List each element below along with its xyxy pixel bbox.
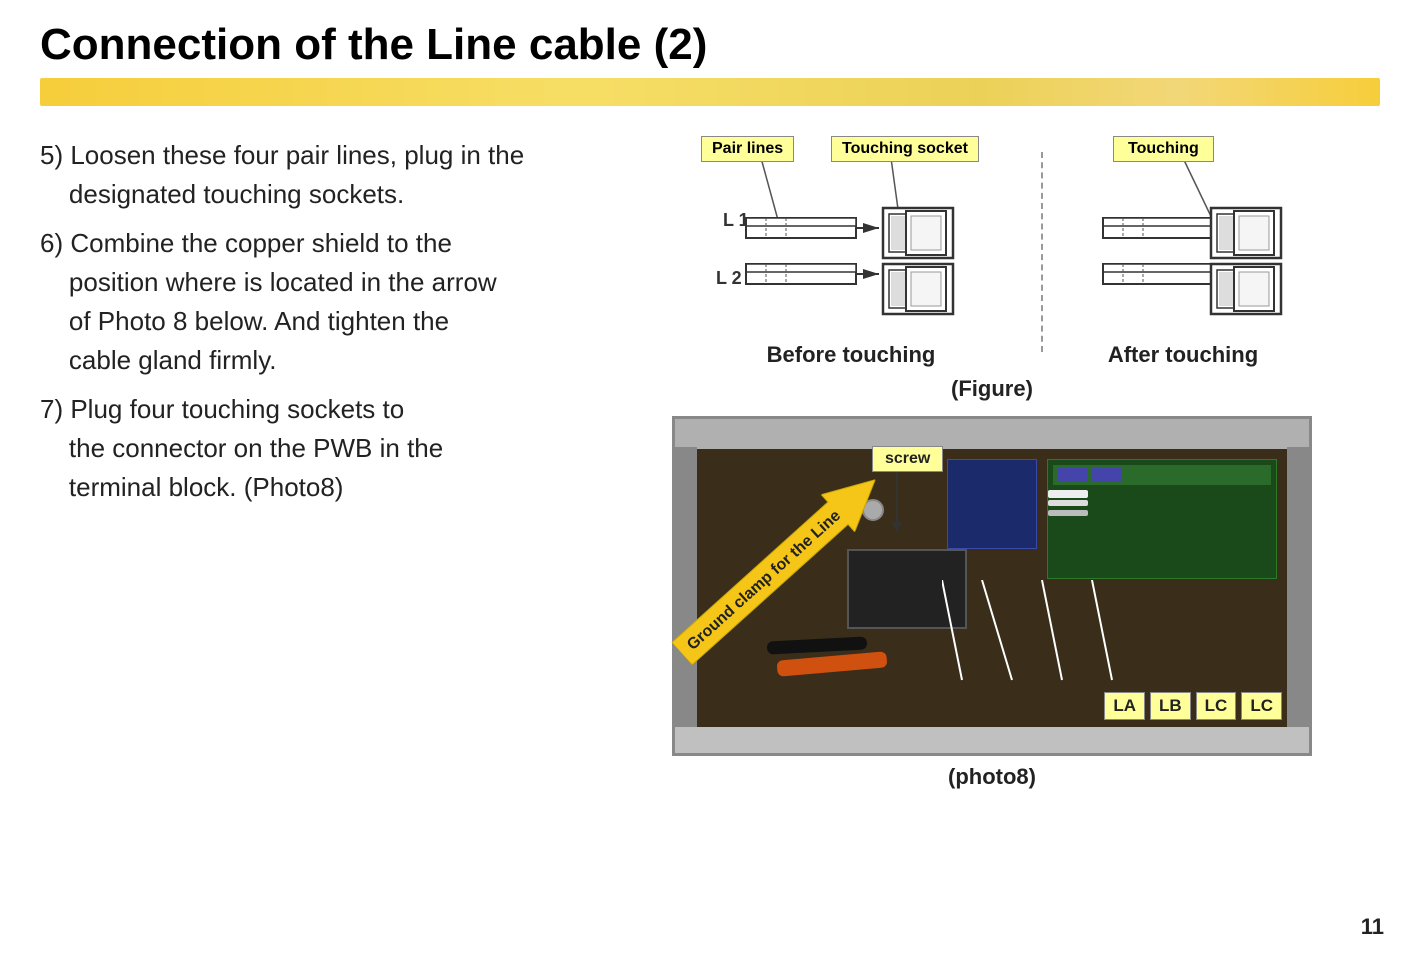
svg-text:L 2: L 2: [716, 268, 742, 288]
photo-caption: (photo8): [948, 764, 1036, 790]
after-section: Touching: [1063, 136, 1303, 368]
photo-right-border: [1287, 447, 1309, 727]
connector-lc1: LC: [1196, 692, 1237, 720]
connector-lc2: LC: [1241, 692, 1282, 720]
connector-lb: LB: [1150, 692, 1191, 720]
photo-container: screw Ground clamp for the Line: [672, 416, 1312, 756]
figure-divider: [1041, 152, 1043, 352]
photo-circuit-2: [947, 459, 1037, 549]
touching-socket-label: Touching socket: [831, 136, 979, 162]
page: Connection of the Line cable (2) 5) Loos…: [0, 0, 1424, 958]
photo-chip-1: [1057, 468, 1087, 482]
photo-top-border: [675, 419, 1309, 449]
connector-arrow-lines: [942, 580, 1282, 700]
photo-area: screw Ground clamp for the Line: [600, 416, 1384, 790]
step5-text: 5) Loosen these four pair lines, plug in…: [40, 136, 600, 214]
photo-orange-cable: [777, 651, 888, 677]
photo-circuit-1: [1047, 459, 1277, 579]
connector-labels-row: LA LB LC LC: [1104, 692, 1282, 720]
right-diagrams: Pair lines Touching socket: [600, 136, 1384, 790]
step7-text: 7) Plug four touching sockets to the con…: [40, 390, 600, 507]
connector-la: LA: [1104, 692, 1145, 720]
step6-text: 6) Combine the copper shield to the posi…: [40, 224, 600, 380]
photo-wire-3: [1048, 510, 1088, 516]
photo-bottom-border: [675, 725, 1309, 753]
photo-left-border: [675, 447, 697, 727]
pair-lines-label: Pair lines: [701, 136, 794, 162]
before-section: Pair lines Touching socket: [681, 136, 1021, 368]
content-area: 5) Loosen these four pair lines, plug in…: [40, 136, 1384, 790]
after-diagram-svg: [1063, 136, 1303, 336]
photo-wire-1: [1048, 490, 1088, 498]
page-number: 11: [1361, 914, 1384, 940]
figure-caption: (Figure): [951, 376, 1033, 402]
before-touching-caption: Before touching: [767, 342, 936, 368]
before-diagram-svg: L 1 L 2: [681, 136, 1021, 336]
touching-label: Touching: [1113, 136, 1214, 162]
page-title: Connection of the Line cable (2): [40, 20, 1384, 70]
photo-circuit-chip: [1053, 465, 1271, 485]
photo-black-cable: [767, 636, 868, 654]
highlight-bar: [40, 78, 1380, 106]
screw-label: screw: [872, 446, 943, 472]
left-instructions: 5) Loosen these four pair lines, plug in…: [40, 136, 600, 790]
photo-chip-2: [1091, 468, 1121, 482]
after-touching-caption: After touching: [1108, 342, 1258, 368]
svg-text:L 1: L 1: [723, 210, 749, 230]
photo-wire-2: [1048, 500, 1088, 506]
